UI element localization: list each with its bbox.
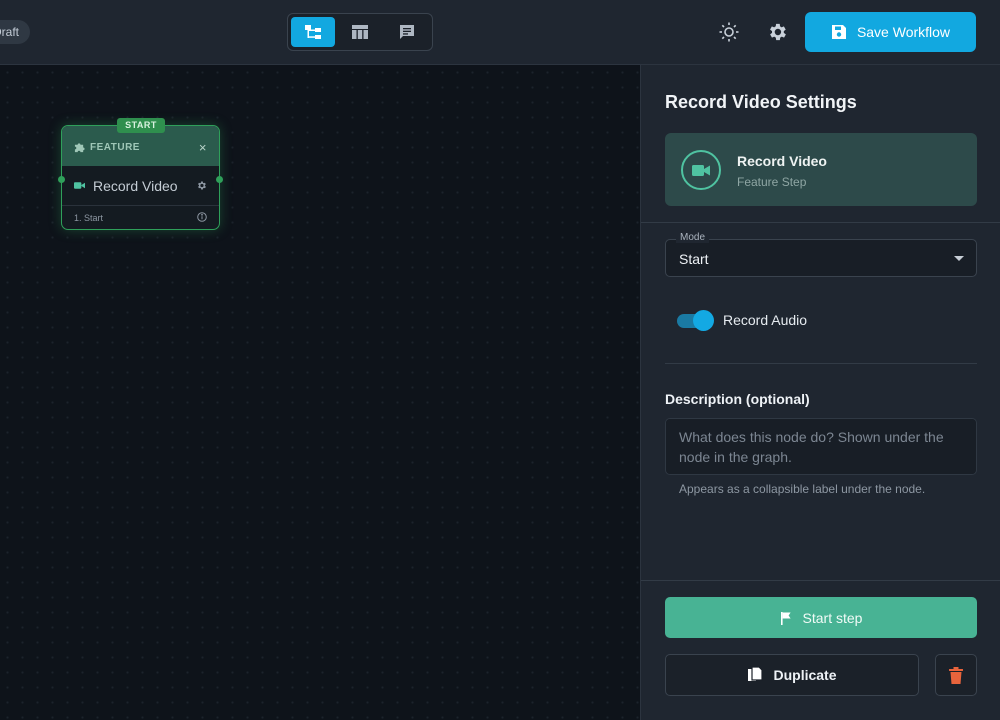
description-label: Description (optional) xyxy=(665,391,810,407)
node-settings-button[interactable] xyxy=(196,178,207,194)
node-step-index: 1. Start xyxy=(74,212,104,223)
view-mode-switcher xyxy=(287,13,433,51)
gear-icon xyxy=(198,180,206,190)
duplicate-button[interactable]: Duplicate xyxy=(665,654,919,696)
step-name: Record Video xyxy=(737,153,827,169)
floppy-disk-icon xyxy=(831,25,846,39)
info-icon xyxy=(197,211,207,222)
section-divider xyxy=(641,222,1000,223)
video-camera-icon xyxy=(692,164,710,176)
chat-view-button[interactable] xyxy=(385,17,429,47)
step-type: Feature Step xyxy=(737,175,807,189)
node-close-button[interactable]: × xyxy=(199,140,207,155)
save-workflow-label: Save Workflow xyxy=(856,24,951,40)
section-divider xyxy=(665,363,977,364)
table-view-icon xyxy=(352,25,368,39)
theme-toggle-button[interactable] xyxy=(715,18,743,46)
trash-icon xyxy=(949,666,963,684)
record-audio-toggle[interactable] xyxy=(677,310,714,331)
toggle-thumb xyxy=(693,310,714,331)
start-step-label: Start step xyxy=(802,609,863,626)
workflow-node[interactable]: START FEATURE × Record Video 1. Start xyxy=(58,118,223,230)
settings-button[interactable] xyxy=(763,18,791,46)
description-input[interactable] xyxy=(665,418,977,475)
description-help-text: Appears as a collapsible label under the… xyxy=(679,482,926,496)
delete-button[interactable] xyxy=(935,654,977,696)
node-title: Record Video xyxy=(93,177,178,194)
draft-status-pill[interactable]: Draft xyxy=(0,20,30,44)
chat-view-icon xyxy=(400,25,414,39)
footer-divider xyxy=(641,580,1000,581)
start-badge: START xyxy=(117,118,165,133)
step-icon-circle xyxy=(681,150,721,190)
mode-select[interactable]: Mode Start xyxy=(665,232,977,277)
mode-label: Mode xyxy=(676,232,710,243)
copy-icon xyxy=(748,666,764,681)
record-audio-label: Record Audio xyxy=(723,312,808,328)
video-camera-icon xyxy=(74,182,85,189)
node-footer: 1. Start xyxy=(62,206,219,229)
table-view-button[interactable] xyxy=(338,17,382,47)
output-port[interactable] xyxy=(216,176,223,183)
graph-view-button[interactable] xyxy=(291,17,335,47)
panel-title: Record Video Settings xyxy=(665,92,857,112)
chevron-down-icon xyxy=(954,256,964,261)
puzzle-piece-icon xyxy=(74,143,85,153)
sun-icon xyxy=(719,22,739,42)
info-button[interactable] xyxy=(197,211,207,224)
save-workflow-button[interactable]: Save Workflow xyxy=(805,12,976,52)
top-bar: Draft xyxy=(0,0,1000,65)
settings-panel: Record Video Settings Record Video Featu… xyxy=(640,65,1000,720)
duplicate-label: Duplicate xyxy=(773,667,837,683)
flag-icon xyxy=(780,611,791,625)
gear-icon xyxy=(770,23,786,41)
mode-value: Start xyxy=(679,251,709,267)
graph-view-icon xyxy=(305,25,321,39)
input-port[interactable] xyxy=(58,176,65,183)
node-body: Record Video xyxy=(62,166,219,206)
node-type-label: FEATURE xyxy=(90,142,140,153)
step-summary-card: Record Video Feature Step xyxy=(665,133,977,206)
start-step-button[interactable]: Start step xyxy=(665,597,977,638)
workflow-canvas[interactable]: START FEATURE × Record Video 1. Start xyxy=(0,65,640,720)
